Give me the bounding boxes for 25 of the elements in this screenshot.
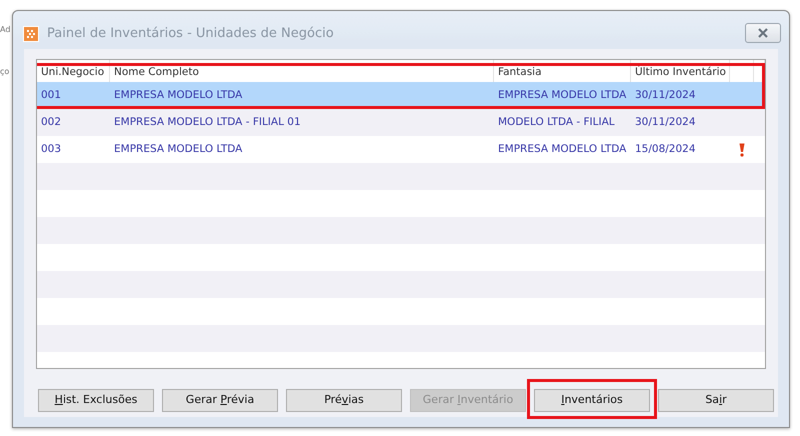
- table-cell-text: MODELO LTDA - FILIAL: [497, 114, 616, 130]
- table-cell-text: 002: [40, 114, 62, 130]
- dialog-button[interactable]: Hist. Exclusões: [38, 388, 154, 412]
- table-cell-text: 003: [40, 142, 62, 157]
- background-text: ço: [0, 66, 10, 78]
- table-cell-text: EMPRESA MODELO LTDA: [497, 142, 628, 157]
- window-title: Painel de Inventários - Unidades de Negócio: [47, 25, 335, 44]
- table-cell-text: EMPRESA MODELO LTDA - FILIAL 01: [113, 114, 302, 130]
- table-cell-text: 15/08/2024: [634, 142, 697, 157]
- app-logo-icon: [23, 26, 39, 42]
- dialog-button[interactable]: Prévias: [286, 388, 402, 412]
- table-cell-text: 001: [40, 88, 62, 103]
- dialog-button[interactable]: Gerar Prévia: [162, 388, 278, 412]
- dialog-button[interactable]: Sair: [658, 388, 774, 412]
- close-icon: [757, 28, 769, 38]
- close-button[interactable]: [745, 23, 781, 43]
- background-text: Ad: [0, 24, 10, 36]
- table-cell-text: EMPRESA MODELO LTDA: [113, 142, 244, 157]
- table-cell-text: 30/11/2024: [634, 114, 697, 130]
- table-cell-text: EMPRESA MODELO LTDA: [497, 88, 628, 103]
- table-cell-text: EMPRESA MODELO LTDA: [113, 88, 244, 103]
- table-row[interactable]: 002 EMPRESA MODELO LTDA - FILIAL 01 MODELO LTDA - FILIAL 30/11/2024: [37, 109, 765, 136]
- table-row[interactable]: 003 EMPRESA MODELO LTDA EMPRESA MODELO LTDA 15/08/2024: [37, 136, 765, 163]
- table-cell-text: 30/11/2024: [634, 88, 697, 103]
- dialog-button[interactable]: Inventários: [534, 388, 650, 412]
